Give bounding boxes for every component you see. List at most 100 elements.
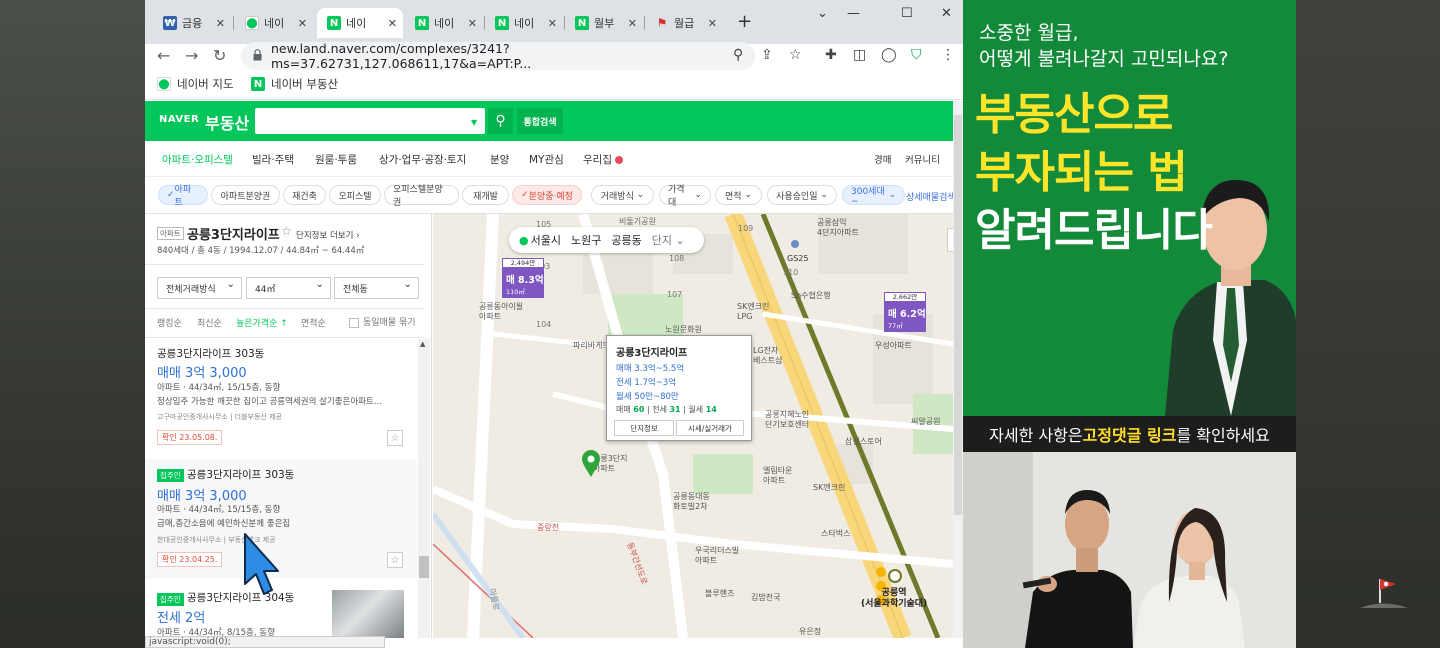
menu-auction[interactable]: 경매 <box>874 152 891 166</box>
listing-price[interactable]: 매매 3억 3,000 <box>157 485 247 504</box>
close-window-button[interactable]: ✕ <box>941 6 952 21</box>
filter-households[interactable]: 300세대~ ⌄ <box>842 185 905 207</box>
close-icon[interactable]: ✕ <box>298 17 307 30</box>
tab-1[interactable]: ₩ 금융 ✕ <box>153 8 231 38</box>
naver-logo[interactable]: NAVER <box>159 114 199 125</box>
map-label: SK엔크린 <box>813 483 846 492</box>
region-breadcrumb[interactable]: ● 서울시 노원구 공릉동 단지 ⌄ <box>509 227 704 253</box>
complex-pin-icon[interactable] <box>581 450 601 478</box>
site-title[interactable]: 부동산 <box>205 110 249 134</box>
close-icon[interactable]: ✕ <box>628 17 637 30</box>
lock-icon[interactable] <box>253 49 262 61</box>
bookmark-star-icon[interactable]: ☆ <box>789 47 802 63</box>
scrollbar-thumb[interactable] <box>419 556 429 578</box>
building-select[interactable]: 전체동 <box>334 277 419 299</box>
detail-search-link[interactable]: 상세매물검색 <box>906 190 956 203</box>
price-marker[interactable]: 2,662만 매 6.2억 77㎡ <box>884 292 926 332</box>
maximize-button[interactable]: ☐ <box>901 6 913 21</box>
same-listing-toggle[interactable]: 동일매물 묶기 <box>349 315 416 328</box>
new-tab-button[interactable]: + <box>737 11 752 32</box>
complex-info-link[interactable]: 단지정보 더보기 › <box>296 229 360 241</box>
complex-popup[interactable]: 공릉3단지라이프 매매 3.3억~5.5억 전세 1.7억~3억 월세 50만~… <box>606 335 752 441</box>
close-icon[interactable]: ✕ <box>468 17 477 30</box>
side-panel-icon[interactable]: ◫ <box>853 47 866 63</box>
tab-search-icon[interactable]: ⌄ <box>817 6 828 21</box>
extensions-icon[interactable]: ✚ <box>825 47 837 63</box>
complex-info-button[interactable]: 단지정보 <box>614 420 674 436</box>
price-marker[interactable]: 2,494만 매 8.3억 110㎡ <box>502 258 544 298</box>
menu-apartment[interactable]: 아파트·오피스텔 <box>162 152 233 167</box>
tab-5[interactable]: N 네이 ✕ <box>485 8 563 38</box>
dropdown-arrow-icon[interactable]: ▼ <box>471 118 477 127</box>
menu-kebab-icon[interactable]: ⋮ <box>941 47 955 63</box>
filter-trade-type[interactable]: 거래방식 ⌄ <box>591 185 654 205</box>
menu-commercial[interactable]: 상가·업무·공장·토지 <box>379 152 466 167</box>
close-icon[interactable]: ✕ <box>388 17 397 30</box>
close-icon[interactable]: ✕ <box>216 17 225 30</box>
sort-ranking[interactable]: 랭킹순 <box>157 316 182 329</box>
favorite-star-icon[interactable]: ☆ <box>281 224 292 238</box>
back-button[interactable]: ← <box>157 46 170 65</box>
confirmed-badge: 확인 23.05.08. <box>157 430 223 445</box>
filter-presale-ongoing[interactable]: ✓ 분양중·예정 <box>512 185 582 205</box>
listing-photo[interactable] <box>332 590 404 638</box>
address-bar[interactable]: new.land.naver.com/complexes/3241?ms=37.… <box>241 41 755 71</box>
page-scrollbar-thumb[interactable] <box>954 115 962 515</box>
close-icon[interactable]: ✕ <box>708 17 717 30</box>
listing-title[interactable]: 공릉3단지라이프 303동 <box>187 467 294 482</box>
search-input[interactable] <box>255 108 485 134</box>
filter-officetel-presale[interactable]: 오피스텔분양권 <box>384 185 459 208</box>
filter-officetel[interactable]: 오피스텔 <box>329 185 381 205</box>
breadcrumb-city[interactable]: 서울시 <box>531 232 561 248</box>
menu-my-home[interactable]: 우리집 <box>583 152 624 167</box>
filter-redevelopment[interactable]: 재개발 <box>462 185 509 205</box>
sort-area[interactable]: 면적순 <box>301 316 326 329</box>
listing-favorite-icon[interactable]: ☆ <box>387 430 403 446</box>
filter-reconstruction[interactable]: 재건축 <box>283 185 326 205</box>
trade-type-select[interactable]: 전체거래방식 <box>157 277 242 299</box>
search-button[interactable]: ⚲ <box>488 108 513 134</box>
scroll-up-icon[interactable]: ▲ <box>420 340 425 348</box>
tab-6[interactable]: N 월부 ✕ <box>565 8 643 38</box>
price-history-button[interactable]: 시세/실거래가 <box>676 420 744 436</box>
complex-name: 공릉3단지라이프 <box>187 228 280 243</box>
area-select[interactable]: 44㎡ <box>246 277 331 299</box>
bookmark-naver-map[interactable]: ⬤ 네이버 지도 <box>157 76 234 92</box>
listing-price[interactable]: 매매 3억 3,000 <box>157 362 247 381</box>
listing-favorite-icon[interactable]: ☆ <box>387 552 403 568</box>
map-label: 블루핸즈 <box>705 589 735 598</box>
minimize-button[interactable]: — <box>847 6 860 21</box>
tab-2[interactable]: ⬤ 네이 ✕ <box>235 8 313 38</box>
tab-3-active[interactable]: N 네이 ✕ <box>317 8 403 38</box>
filter-approval-date[interactable]: 사용승인일 ⌄ <box>767 185 837 205</box>
breadcrumb-district[interactable]: 노원구 <box>571 232 601 248</box>
sort-high-price[interactable]: 높은가격순 ↑ <box>236 316 288 329</box>
forward-button[interactable]: → <box>185 46 198 65</box>
zoom-icon[interactable]: ⚲ <box>733 47 743 63</box>
reload-button[interactable]: ↻ <box>213 46 226 65</box>
menu-presale[interactable]: 분양 <box>490 152 509 167</box>
menu-community[interactable]: 커뮤니티 <box>905 152 940 166</box>
filter-price[interactable]: 가격대 ⌄ <box>659 185 711 208</box>
tab-4[interactable]: N 네이 ✕ <box>405 8 483 38</box>
profile-icon[interactable]: ◯ <box>881 47 897 63</box>
integrated-search-button[interactable]: 통합검색 <box>517 108 563 134</box>
close-icon[interactable]: ✕ <box>548 17 557 30</box>
filter-apartment[interactable]: ✓ 아파트 <box>158 185 208 208</box>
menu-my-interest[interactable]: MY관심 <box>529 152 564 167</box>
map-view[interactable]: 비둘기공원 105 108 109 110 103 104 107 GS25 공… <box>433 214 953 638</box>
filter-area[interactable]: 면적 ⌄ <box>715 185 762 205</box>
shield-icon[interactable]: ⛉ <box>911 47 922 63</box>
listing-price[interactable]: 전세 2억 <box>157 607 205 626</box>
menu-oneroom[interactable]: 원룸·투룸 <box>315 152 357 167</box>
list-scrollbar[interactable] <box>418 339 430 638</box>
breadcrumb-type[interactable]: 단지 ⌄ <box>652 232 685 248</box>
filter-apartment-presale[interactable]: 아파트분양권 <box>211 185 280 205</box>
bookmark-naver-land[interactable]: N 네이버 부동산 <box>251 76 338 92</box>
breadcrumb-dong[interactable]: 공릉동 <box>611 232 641 248</box>
sort-latest[interactable]: 최신순 <box>197 316 222 329</box>
listing-title[interactable]: 공릉3단지라이프 303동 <box>157 346 264 361</box>
tab-7[interactable]: ⚑ 월급 ✕ <box>645 8 723 38</box>
menu-villa[interactable]: 빌라·주택 <box>252 152 294 167</box>
share-icon[interactable]: ⇪ <box>761 47 773 63</box>
